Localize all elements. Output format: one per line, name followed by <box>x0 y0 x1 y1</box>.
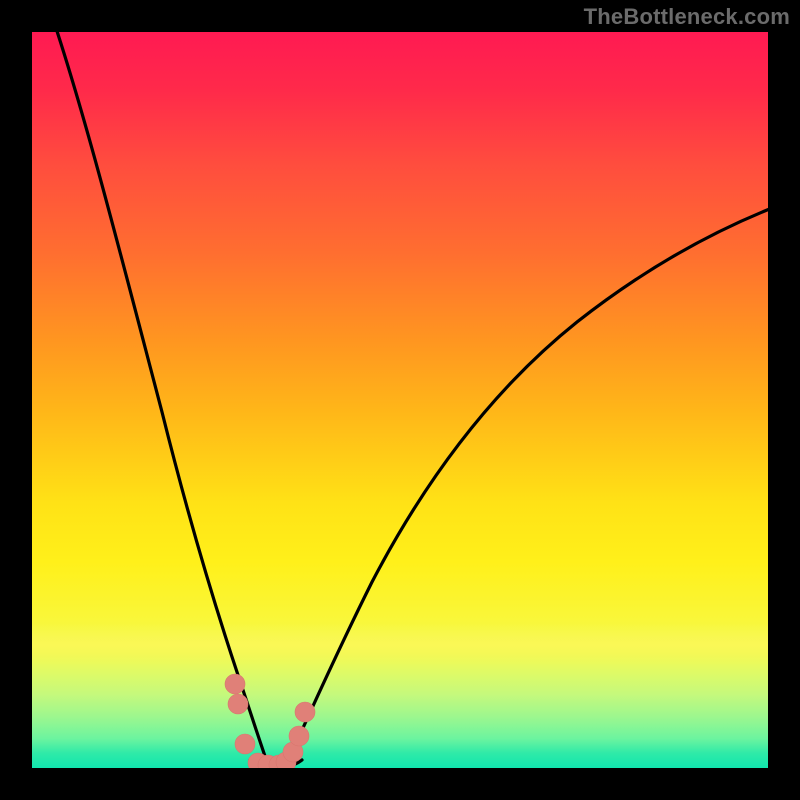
chart-frame: TheBottleneck.com <box>0 0 800 800</box>
left-branch-curve <box>54 32 267 762</box>
marker-dot <box>235 734 255 754</box>
right-branch-curve <box>287 208 768 762</box>
plot-area <box>32 32 768 768</box>
marker-dot <box>228 694 248 714</box>
marker-dot <box>295 702 315 722</box>
curve-layer <box>32 32 768 768</box>
watermark-text: TheBottleneck.com <box>584 4 790 30</box>
valley-marker-group <box>225 674 315 768</box>
marker-dot <box>225 674 245 694</box>
marker-dot <box>289 726 309 746</box>
